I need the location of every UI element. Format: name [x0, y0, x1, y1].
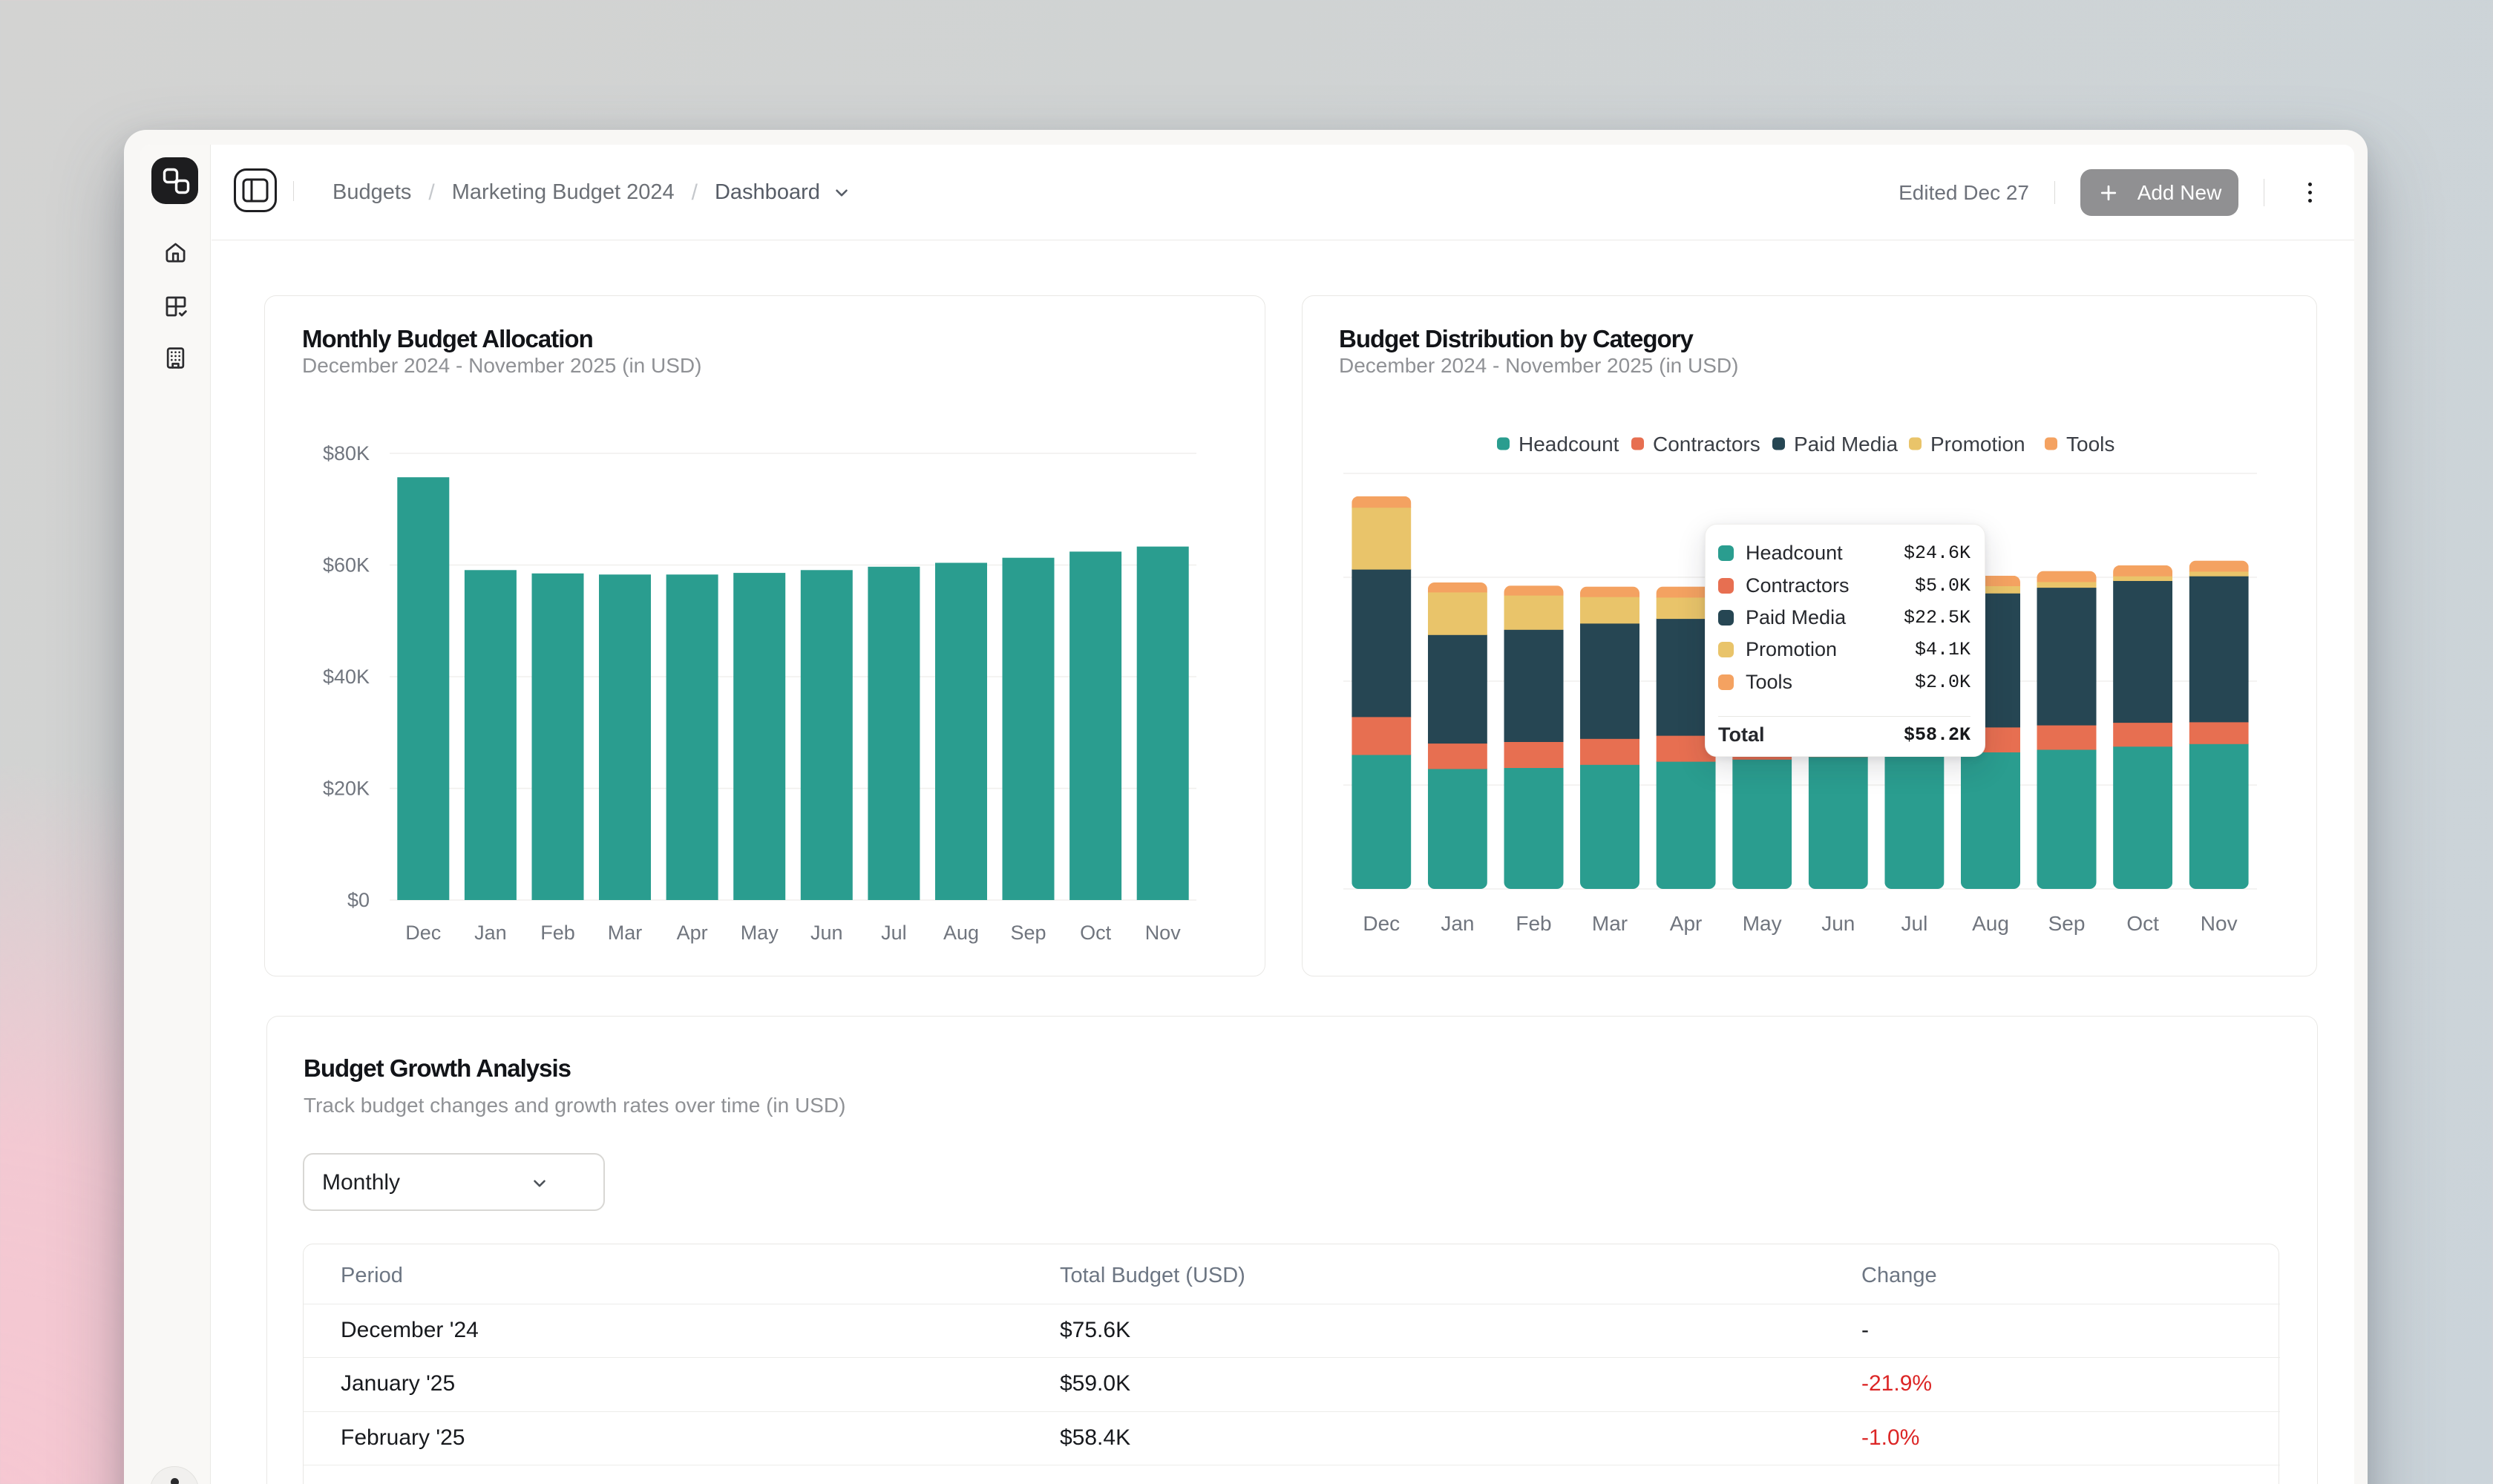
- svg-text:Apr: Apr: [677, 922, 708, 944]
- svg-text:Aug: Aug: [943, 922, 979, 944]
- svg-text:$80K: $80K: [323, 442, 370, 464]
- svg-text:Jun: Jun: [810, 922, 843, 944]
- svg-text:Promotion: Promotion: [1930, 433, 2025, 456]
- svg-text:Oct: Oct: [1080, 922, 1112, 944]
- svg-text:Jul: Jul: [1901, 912, 1928, 935]
- svg-text:$20K: $20K: [323, 778, 370, 800]
- svg-text:Mar: Mar: [608, 922, 643, 944]
- svg-text:Jan: Jan: [474, 922, 507, 944]
- svg-text:Jul: Jul: [881, 922, 907, 944]
- svg-text:Headcount: Headcount: [1519, 433, 1619, 456]
- svg-text:Dec: Dec: [405, 922, 441, 944]
- svg-text:Apr: Apr: [1670, 912, 1703, 935]
- svg-text:Contractors: Contractors: [1653, 433, 1760, 456]
- svg-text:Feb: Feb: [1516, 912, 1551, 935]
- svg-text:Mar: Mar: [1592, 912, 1628, 935]
- svg-text:Sep: Sep: [1010, 922, 1046, 944]
- svg-text:Aug: Aug: [1972, 912, 2009, 935]
- svg-text:Oct: Oct: [2126, 912, 2159, 935]
- svg-text:Dec: Dec: [1363, 912, 1400, 935]
- svg-text:$40K: $40K: [323, 666, 370, 688]
- svg-text:$0: $0: [347, 889, 370, 911]
- svg-text:Sep: Sep: [2048, 912, 2086, 935]
- svg-text:Jun: Jun: [1821, 912, 1855, 935]
- svg-text:May: May: [741, 922, 779, 944]
- svg-text:Tools: Tools: [2066, 433, 2114, 456]
- svg-text:May: May: [1743, 912, 1782, 935]
- svg-text:$60K: $60K: [323, 554, 370, 577]
- svg-text:Paid Media: Paid Media: [1794, 433, 1899, 456]
- svg-text:Nov: Nov: [2201, 912, 2238, 935]
- svg-text:Feb: Feb: [540, 922, 575, 944]
- svg-text:Jan: Jan: [1441, 912, 1474, 935]
- svg-text:Nov: Nov: [1145, 922, 1182, 944]
